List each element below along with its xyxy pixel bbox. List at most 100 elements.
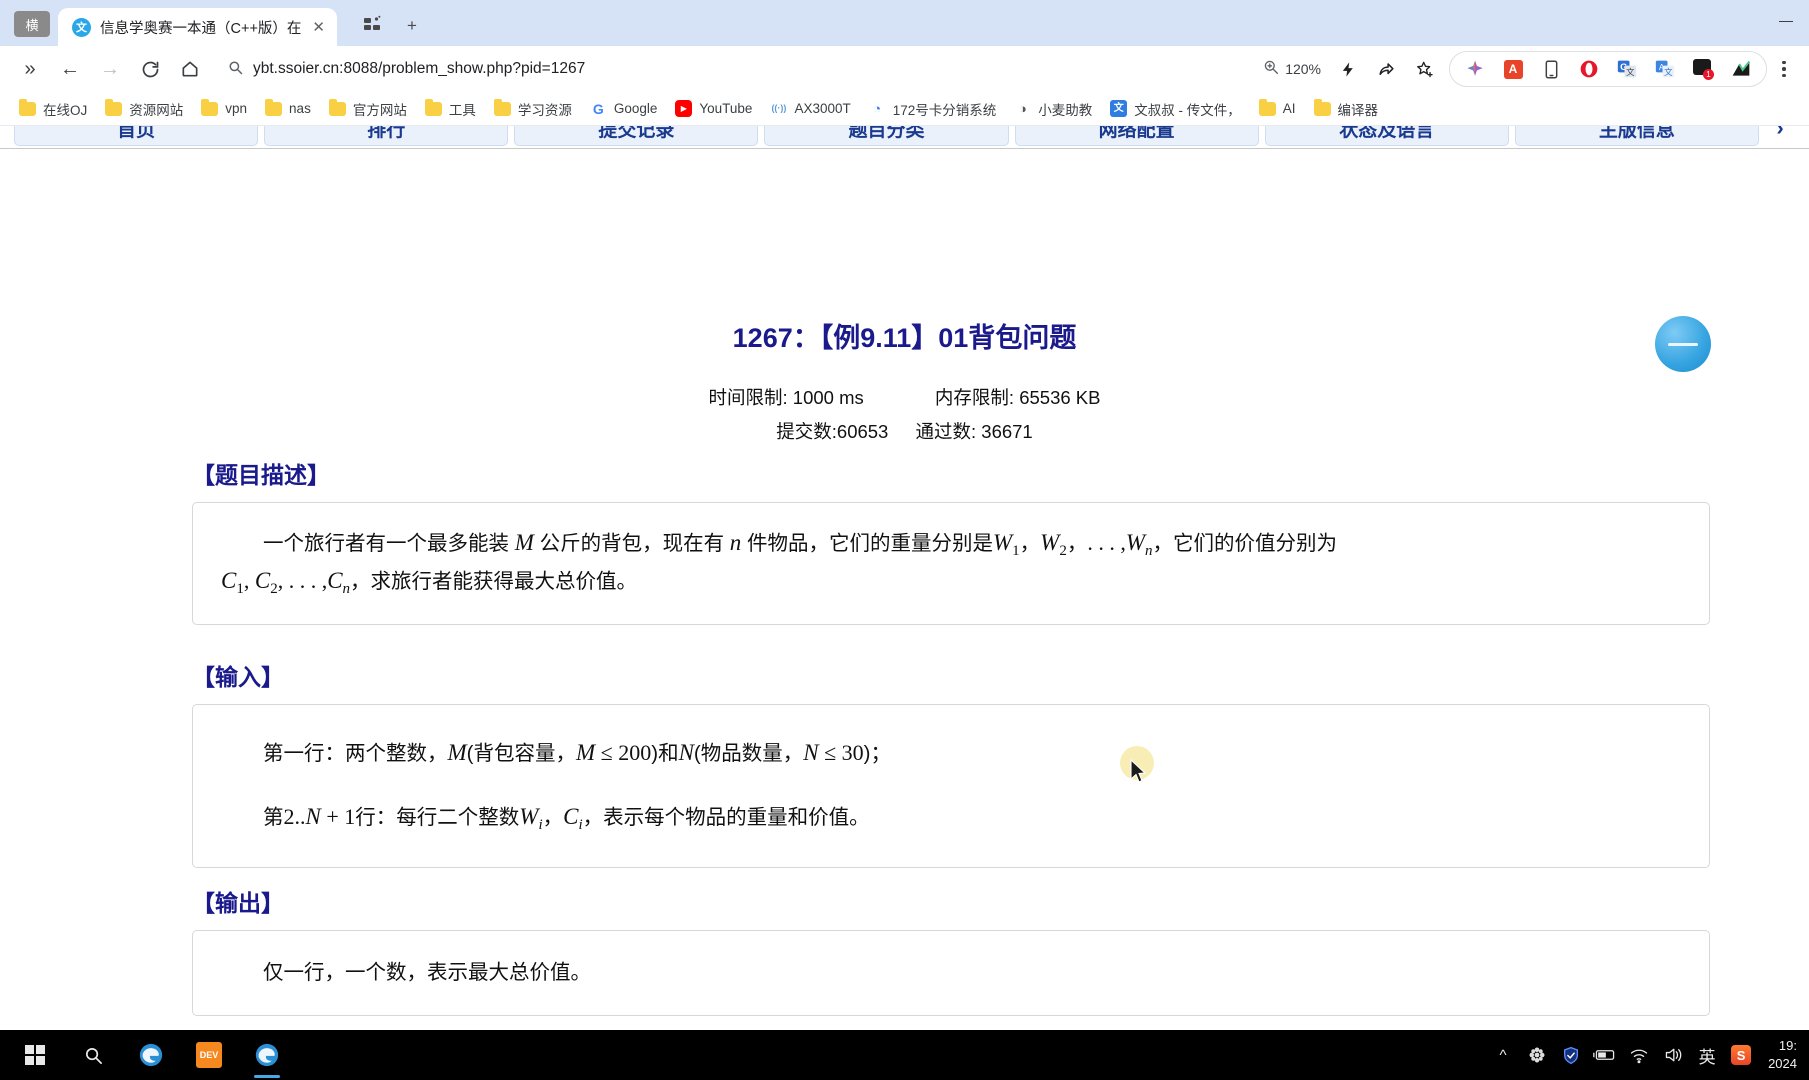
bookmark-item[interactable]: ◑ 小麦助教 [1005,95,1101,123]
math-n: n [729,530,742,555]
volume-icon[interactable] [1656,1030,1690,1080]
taskbar-apps: DEV [0,1030,296,1080]
window-chip[interactable]: 横 [14,11,50,37]
bookmark-label: AX3000T [794,101,851,116]
taskbar-tray: ^ 英 S 19: 2024 [1486,1030,1809,1080]
in-frag: (物品数量， [693,742,804,765]
battery-icon[interactable] [1588,1030,1622,1080]
browser-menu-icon[interactable] [1769,52,1799,86]
gemini-sparkle-icon[interactable] [1456,54,1494,84]
translate-document-icon[interactable]: A文 [1646,54,1684,84]
bookmark-item[interactable]: ▶ YouTube [666,95,761,123]
wifi-icon[interactable] [1622,1030,1656,1080]
folder-icon [265,98,283,116]
settings-flower-icon[interactable] [1520,1030,1554,1080]
tab-favicon-icon: 文 [72,17,91,37]
reload-button[interactable] [130,51,170,87]
nav-more-icon[interactable]: › [1765,126,1795,146]
bookmark-item[interactable]: ◔ 172号卡分销系统 [860,95,1006,123]
desc-frag: 件物品，它们的重量分别是 [741,532,993,555]
math-W2: W [1040,530,1060,555]
math-le: ≤ [595,740,619,765]
new-tab-button[interactable]: + [407,17,417,34]
nav-item-categories[interactable]: 题目分类 [764,126,1009,146]
bookmark-star-icon[interactable] [1405,52,1443,86]
pass-count-label: 通过数: 36671 [915,421,1033,442]
desc-frag: 一个旅行者有一个最多能装 [263,532,515,555]
taskbar-search-icon[interactable] [64,1030,122,1080]
taskbar-browser-window-icon[interactable] [238,1030,296,1080]
bookmark-item[interactable]: 文文叔叔 - 传文件， [1101,95,1250,123]
tab-search-icon[interactable] [363,15,381,36]
router-icon: ((·)) [770,100,788,117]
window-controls: — [1763,0,1809,40]
google-translate-icon[interactable]: G文 [1608,54,1646,84]
chevron-up-icon[interactable]: ^ [1486,1030,1520,1080]
in-frag: 第一行：两个整数， [263,742,448,765]
opera-shield-icon[interactable] [1570,54,1608,84]
in-frag: ， [542,805,564,829]
taskbar-dev-cpp-icon[interactable]: DEV [180,1030,238,1080]
zoom-level-label: 120% [1285,61,1321,77]
home-button[interactable] [170,51,210,87]
security-shield-icon[interactable] [1554,1030,1588,1080]
svg-text:文: 文 [1664,67,1673,77]
output-text: 仅一行，一个数，表示最大总价值。 [263,961,591,984]
tab-close-icon[interactable]: ✕ [310,20,327,35]
taskbar-clock[interactable]: 19: 2024 [1758,1037,1801,1072]
nav-item-network[interactable]: 网络配置 [1014,126,1259,146]
overflow-icon[interactable]: » [10,51,50,87]
back-button[interactable]: ← [50,51,90,87]
math-Cn: C [327,568,343,594]
notification-badge-icon[interactable]: 1 [1684,54,1722,84]
lightning-icon[interactable] [1329,52,1367,86]
bookmark-item[interactable]: nas [256,95,320,123]
bookmark-item[interactable]: G Google [581,95,667,123]
bookmark-label: AI [1282,101,1296,116]
bookmark-item[interactable]: 编译器 [1305,95,1388,123]
zoom-indicator[interactable]: 120% [1255,59,1329,79]
bookmark-label: YouTube [699,101,753,116]
mobile-device-icon[interactable] [1532,54,1570,84]
bookmark-item[interactable]: 学习资源 [485,95,581,123]
problem-limits: 时间限制: 1000 ms 内存限制: 65536 KB 提交数:60653 通… [0,384,1809,444]
share-icon[interactable] [1367,52,1405,86]
section-heading-description: 【题目描述】 [192,462,330,488]
chart-line-icon[interactable] [1722,54,1760,84]
page-title: 1267：【例9.11】01背包问题 [732,323,1077,353]
bookmark-item[interactable]: 资源网站 [96,95,192,123]
ime-language-icon[interactable]: 英 [1690,1030,1724,1080]
bookmark-item[interactable]: vpn [192,95,256,123]
math-M: M [447,740,467,765]
nav-item-ranking[interactable]: 排行 [264,126,509,146]
bookmark-item[interactable]: AI [1250,95,1305,123]
nav-item-version-info[interactable]: 主版信息 [1514,126,1759,146]
bookmark-label: nas [289,101,311,116]
section-description: 【题目描述】 一个旅行者有一个最多能装 M 公斤的背包，现在有 n 件物品，它们… [192,456,1710,625]
forward-button[interactable]: → [90,51,130,87]
nav-item-home[interactable]: 首页 [14,126,259,146]
bookmark-item[interactable]: ((·)) AX3000T [761,95,859,123]
math-C2: C [254,568,271,594]
bookmark-item[interactable]: 在线OJ [10,95,96,123]
section-output: 【输出】 仅一行，一个数，表示最大总价值。 [192,884,1710,1016]
math-N: N [803,740,819,765]
browser-tab[interactable]: 文 信息学奥赛一本通（C++版）在 ✕ [58,8,337,46]
math-dots: . . . , [1087,530,1126,555]
adobe-acrobat-icon[interactable]: A [1494,54,1532,84]
address-bar[interactable]: ybt.ssoier.cn:8088/problem_show.php?pid=… [216,52,1249,86]
tab-strip-tools: + [363,15,417,36]
scroll-to-top-button[interactable] [1655,316,1711,372]
bookmark-item[interactable]: 官方网站 [320,95,416,123]
math-2: 2.. [283,803,306,829]
sogou-input-icon[interactable]: S [1724,1030,1758,1080]
taskbar-edge-browser-icon[interactable] [122,1030,180,1080]
windows-start-icon[interactable] [6,1030,64,1080]
bookmark-item[interactable]: 工具 [416,95,485,123]
math-1: 1 [344,803,356,829]
minimize-button[interactable]: — [1763,0,1809,40]
globe-icon: ◔ [868,100,886,117]
nav-item-status-language[interactable]: 状态及语言 [1264,126,1509,146]
nav-item-submissions[interactable]: 提交记录 [514,126,759,146]
math-200: 200 [618,740,652,765]
